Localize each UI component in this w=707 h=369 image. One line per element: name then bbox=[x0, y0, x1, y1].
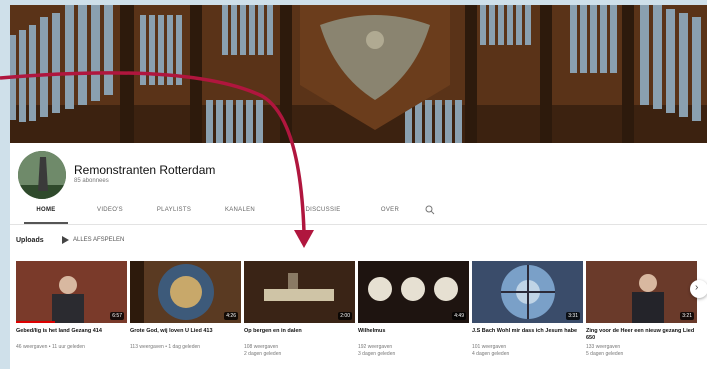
video-duration: 6:57 bbox=[110, 312, 124, 320]
video-thumbnail[interactable]: 4:49 bbox=[358, 261, 469, 323]
view-count: 113 weergaven bbox=[130, 344, 164, 350]
video-title[interactable]: Gebed/lig is het land Gezang 414 bbox=[16, 328, 127, 342]
video-card[interactable]: 3:21 Zing voor de Heer een nieuw gezang … bbox=[586, 261, 697, 357]
video-duration: 3:31 bbox=[566, 312, 580, 320]
video-title[interactable]: Wilhelmus bbox=[358, 328, 469, 342]
play-all-link[interactable]: ALLES AFSPELEN bbox=[73, 237, 124, 243]
view-count: 46 weergaven bbox=[16, 344, 48, 350]
video-card[interactable]: 2:00 Op bergen en in dalen 108 weergaven… bbox=[244, 261, 355, 357]
video-meta: 192 weergaven 3 dagen geleden bbox=[358, 344, 469, 357]
video-meta: 108 weergaven 2 dagen geleden bbox=[244, 344, 355, 357]
video-thumbnail[interactable]: 3:31 bbox=[472, 261, 583, 323]
video-thumbnail[interactable]: 2:00 bbox=[244, 261, 355, 323]
video-card[interactable]: 4:49 Wilhelmus 192 weergaven 3 dagen gele… bbox=[358, 261, 469, 357]
next-videos-button[interactable]: › bbox=[690, 280, 707, 298]
youtube-channel-page: Remonstranten Rotterdam 85 abonnees HOME… bbox=[10, 5, 707, 369]
video-duration: 4:49 bbox=[452, 312, 466, 320]
video-meta: 101 weergaven 4 dagen geleden bbox=[472, 344, 583, 357]
video-thumbnail[interactable]: 6:57 bbox=[16, 261, 127, 323]
video-thumbnail[interactable]: 3:21 bbox=[586, 261, 697, 323]
tab-playlists[interactable]: PLAYLISTS bbox=[149, 207, 199, 213]
organ-banner-image bbox=[10, 5, 707, 143]
channel-name: Remonstranten Rotterdam bbox=[74, 163, 216, 177]
tab-over[interactable]: OVER bbox=[365, 207, 415, 213]
video-duration: 3:21 bbox=[680, 312, 694, 320]
video-card[interactable]: 3:31 J.S Bach Wohl mir dass ich Jesum ha… bbox=[472, 261, 583, 357]
video-title[interactable]: J.S Bach Wohl mir dass ich Jesum habe bbox=[472, 328, 583, 342]
channel-banner bbox=[10, 5, 707, 143]
upload-age: 3 dagen geleden bbox=[358, 350, 396, 357]
upload-age: 5 dagen geleden bbox=[586, 350, 624, 357]
video-meta: 133 weergaven 5 dagen geleden bbox=[586, 344, 697, 357]
upload-age: 2 dagen geleden bbox=[244, 350, 282, 357]
video-meta: 46 weergaven • 11 uur geleden bbox=[16, 344, 85, 350]
watch-progress-bar bbox=[16, 321, 55, 323]
search-icon[interactable] bbox=[424, 204, 436, 216]
video-card[interactable]: 6:57 Gebed/lig is het land Gezang 414 46… bbox=[16, 261, 127, 351]
video-duration: 4:26 bbox=[224, 312, 238, 320]
tab-kanalen[interactable]: KANALEN bbox=[215, 207, 265, 213]
video-meta: 113 weergaven • 1 dag geleden bbox=[130, 344, 201, 350]
video-title[interactable]: Op bergen en in dalen bbox=[244, 328, 355, 342]
tab-discussie[interactable]: DISCUSSIE bbox=[298, 207, 348, 213]
video-card[interactable]: 4:26 Grote God, wij loven U Lied 413 113… bbox=[130, 261, 241, 351]
active-tab-indicator bbox=[24, 222, 68, 224]
uploads-heading: Uploads bbox=[16, 237, 44, 244]
tab-home[interactable]: HOME bbox=[21, 207, 71, 213]
video-title[interactable]: Grote God, wij loven U Lied 413 bbox=[130, 328, 241, 342]
chevron-right-icon: › bbox=[695, 282, 699, 293]
upload-age: 11 uur geleden bbox=[51, 344, 85, 350]
tab-videos[interactable]: VIDEO'S bbox=[85, 207, 135, 213]
play-icon[interactable] bbox=[62, 236, 69, 244]
upload-age: 1 dag geleden bbox=[168, 344, 201, 350]
video-title[interactable]: Zing voor de Heer een nieuw gezang Lied … bbox=[586, 328, 697, 342]
church-tower-avatar-image bbox=[18, 151, 66, 199]
video-thumbnail[interactable]: 4:26 bbox=[130, 261, 241, 323]
channel-avatar[interactable] bbox=[18, 151, 66, 199]
channel-tabs: HOME VIDEO'S PLAYLISTS KANALEN DISCUSSIE… bbox=[10, 205, 707, 225]
upload-age: 4 dagen geleden bbox=[472, 350, 510, 357]
subscriber-count: 85 abonnees bbox=[74, 178, 109, 184]
video-duration: 2:00 bbox=[338, 312, 352, 320]
